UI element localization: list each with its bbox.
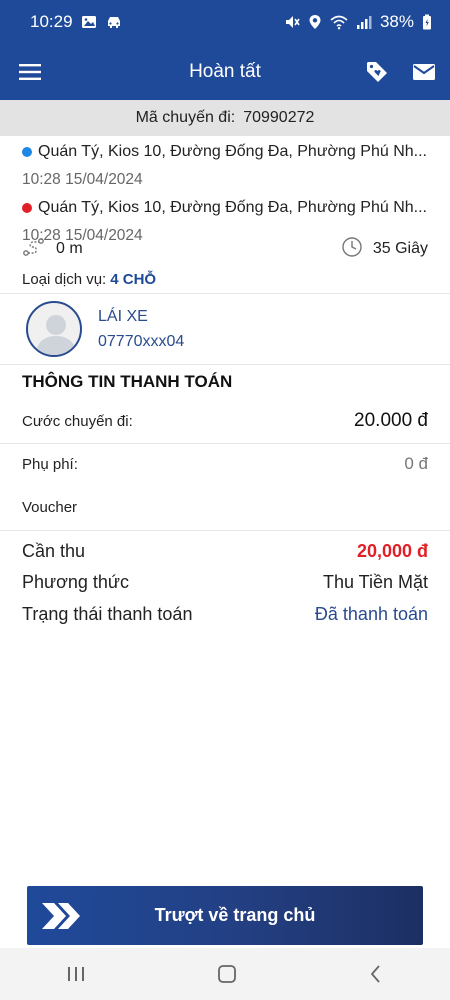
- method-row: Phương thức Thu Tiền Mặt: [22, 568, 428, 596]
- duration-metric: 35 Giây: [341, 236, 428, 263]
- due-row: Cần thu 20,000 đ: [22, 537, 428, 565]
- signal-icon: [356, 14, 372, 30]
- clock-icon: [341, 236, 363, 263]
- home-icon[interactable]: [216, 963, 238, 985]
- pickup-time: 10:28 15/04/2024: [22, 171, 143, 188]
- duration-value: 35 Giây: [372, 240, 428, 257]
- dropoff-stop: Quán Tý, Kios 10, Đường Đống Đa, Phường …: [22, 194, 428, 222]
- voucher-label: Voucher: [22, 498, 78, 516]
- payment-status-label: Trạng thái thanh toán: [22, 603, 193, 624]
- pickup-stop: Quán Tý, Kios 10, Đường Đống Đa, Phường …: [22, 138, 428, 166]
- route-path-icon: [22, 236, 46, 263]
- due-value: 20,000 đ: [356, 540, 428, 561]
- method-label: Phương thức: [22, 571, 129, 592]
- image-icon: [81, 14, 97, 30]
- divider: [0, 364, 450, 365]
- status-bar-right: 38%: [284, 12, 432, 32]
- avatar: [26, 301, 82, 357]
- tag-heart-icon[interactable]: [364, 59, 390, 85]
- slide-label: Trượt về trang chủ: [154, 905, 316, 925]
- divider: [0, 293, 450, 294]
- payment-title: THÔNG TIN THANH TOÁN: [22, 372, 233, 391]
- clock-time: 10:29: [30, 12, 73, 31]
- payment-status-row: Trạng thái thanh toán Đã thanh toán: [22, 600, 428, 628]
- fare-label: Cước chuyến đi:: [22, 412, 133, 430]
- distance-value: 0 m: [56, 240, 83, 257]
- due-label: Cần thu: [22, 540, 86, 561]
- mute-icon: [284, 14, 300, 30]
- distance-metric: 0 m: [22, 236, 83, 263]
- driver-title: LÁI XE: [98, 307, 148, 325]
- trip-id-label: Mã chuyến đi:: [135, 109, 236, 126]
- car-icon: [105, 14, 123, 30]
- dropoff-dot-icon: [22, 203, 32, 213]
- pickup-address: Quán Tý, Kios 10, Đường Đống Đa, Phường …: [38, 143, 427, 160]
- mail-icon[interactable]: [412, 62, 436, 82]
- status-bar: 10:29 38%: [0, 0, 450, 44]
- service-type: Loại dịch vụ: 4 CHỖ: [22, 266, 156, 292]
- fee-row: Phụ phí: 0 đ: [22, 451, 428, 477]
- double-chevron-right-icon[interactable]: [27, 901, 97, 931]
- driver-phone[interactable]: 07770xxx04: [98, 333, 184, 351]
- fare-value: 20.000 đ: [354, 410, 428, 431]
- slide-to-home-button[interactable]: Trượt về trang chủ: [27, 886, 423, 945]
- driver-card: LÁI XE 07770xxx04: [0, 296, 450, 362]
- back-icon[interactable]: [367, 964, 385, 984]
- recent-apps-icon[interactable]: [65, 965, 87, 983]
- service-label: Loại dịch vụ:: [22, 270, 107, 288]
- voucher-row[interactable]: Voucher: [22, 494, 428, 520]
- trip-id-bar: Mã chuyến đi: 70990272: [0, 100, 450, 136]
- pickup-dot-icon: [22, 147, 32, 157]
- location-icon: [308, 14, 322, 30]
- service-value: 4 CHỖ: [110, 270, 157, 288]
- fee-value: 0 đ: [404, 454, 428, 473]
- dropoff-address: Quán Tý, Kios 10, Đường Đống Đa, Phường …: [38, 199, 427, 216]
- divider: [0, 530, 450, 531]
- trip-id-value: 70990272: [243, 109, 315, 126]
- payment-status-value: Đã thanh toán: [314, 603, 428, 624]
- driver-info: LÁI XE 07770xxx04: [98, 308, 184, 351]
- system-nav-bar: [0, 948, 450, 1000]
- hamburger-menu-icon[interactable]: [18, 62, 42, 82]
- trip-metrics: 0 m 35 Giây: [0, 232, 450, 266]
- divider: [0, 443, 450, 444]
- wifi-icon: [330, 14, 348, 30]
- fee-label: Phụ phí:: [22, 455, 78, 473]
- battery-percent: 38%: [379, 12, 414, 31]
- battery-icon: [422, 14, 432, 30]
- method-value: Thu Tiền Mặt: [322, 571, 428, 592]
- fare-row: Cước chuyến đi: 20.000 đ: [22, 408, 428, 434]
- status-bar-left: 10:29: [30, 12, 123, 32]
- app-bar: Hoàn tất: [0, 44, 450, 100]
